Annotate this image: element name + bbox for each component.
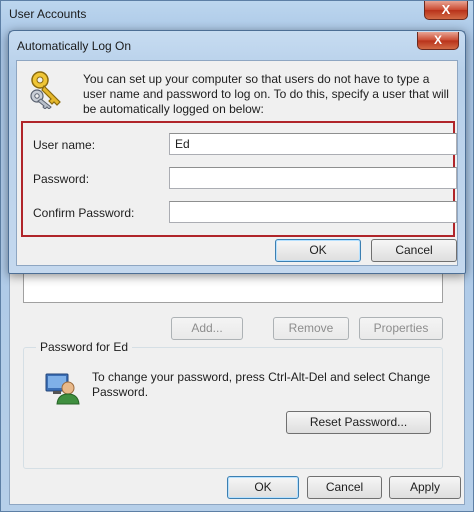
remove-user-button[interactable]: Remove [273, 317, 349, 340]
properties-button[interactable]: Properties [359, 317, 443, 340]
reset-password-button[interactable]: Reset Password... [286, 411, 431, 434]
window-title: User Accounts [9, 7, 87, 21]
password-group-title: Password for Ed [36, 340, 133, 354]
outer-cancel-button[interactable]: Cancel [307, 476, 382, 499]
password-input[interactable] [169, 167, 457, 189]
window-close-button[interactable]: X [424, 1, 468, 20]
keys-icon [30, 71, 61, 109]
password-label: Password: [33, 172, 90, 186]
password-instructions: To change your password, press Ctrl-Alt-… [92, 370, 431, 399]
user-icon [45, 373, 80, 405]
dialog-body: You can set up your computer so that use… [16, 60, 458, 266]
dialog-title: Automatically Log On [17, 39, 132, 53]
dialog-cancel-button[interactable]: Cancel [371, 239, 457, 262]
auto-logon-dialog: Automatically Log On X You can set up yo… [8, 30, 466, 274]
outer-ok-button[interactable]: OK [227, 476, 299, 499]
confirm-password-input[interactable] [169, 201, 457, 223]
confirm-password-label: Confirm Password: [33, 206, 135, 220]
apply-button[interactable]: Apply [389, 476, 461, 499]
add-user-button[interactable]: Add... [171, 317, 243, 340]
dialog-ok-button[interactable]: OK [275, 239, 361, 262]
dialog-instructions: You can set up your computer so that use… [83, 72, 449, 116]
dialog-close-button[interactable]: X [417, 32, 459, 50]
password-group: Password for Ed To change your password,… [23, 340, 443, 469]
user-name-input[interactable]: Ed [169, 133, 457, 155]
user-name-label: User name: [33, 138, 96, 152]
